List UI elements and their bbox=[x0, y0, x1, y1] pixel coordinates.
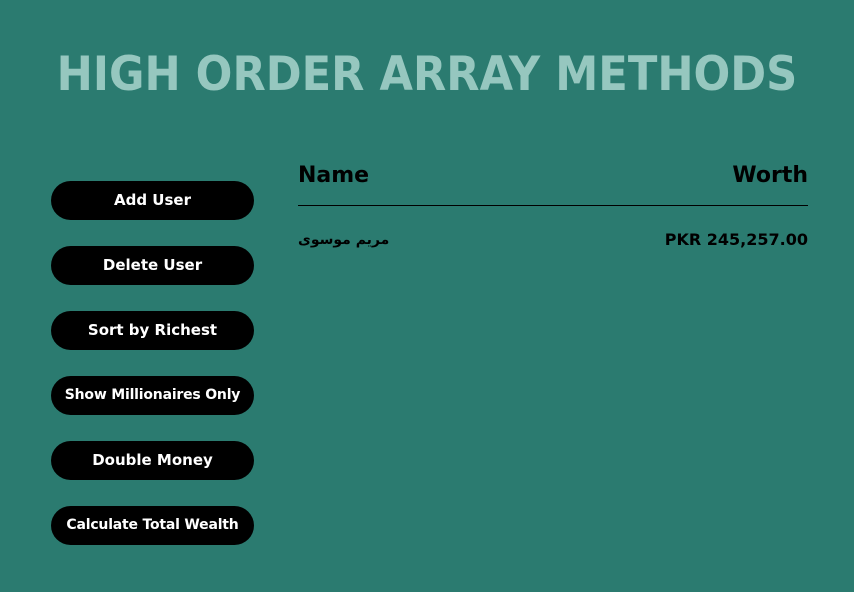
page-title: HIGH ORDER ARRAY METHODS bbox=[56, 47, 798, 103]
worth-column-header: Worth bbox=[732, 163, 808, 188]
add-user-button[interactable]: Add User bbox=[51, 181, 254, 220]
sort-by-richest-button[interactable]: Sort by Richest bbox=[51, 311, 254, 350]
table-row: مریم موسوی PKR 245,257.00 bbox=[298, 230, 808, 260]
show-millionaires-button[interactable]: Show Millionaires Only bbox=[51, 376, 254, 415]
user-worth: PKR 245,257.00 bbox=[664, 230, 808, 249]
user-table: Name Worth مریم موسوی PKR 245,257.00 bbox=[298, 160, 808, 260]
calculate-total-wealth-button[interactable]: Calculate Total Wealth bbox=[51, 506, 254, 545]
double-money-button[interactable]: Double Money bbox=[51, 441, 254, 480]
name-column-header: Name bbox=[298, 163, 370, 188]
user-name: مریم موسوی bbox=[298, 232, 390, 248]
delete-user-button[interactable]: Delete User bbox=[51, 246, 254, 285]
table-header: Name Worth bbox=[298, 160, 808, 206]
action-sidebar: Add User Delete User Sort by Richest Sho… bbox=[51, 181, 254, 571]
